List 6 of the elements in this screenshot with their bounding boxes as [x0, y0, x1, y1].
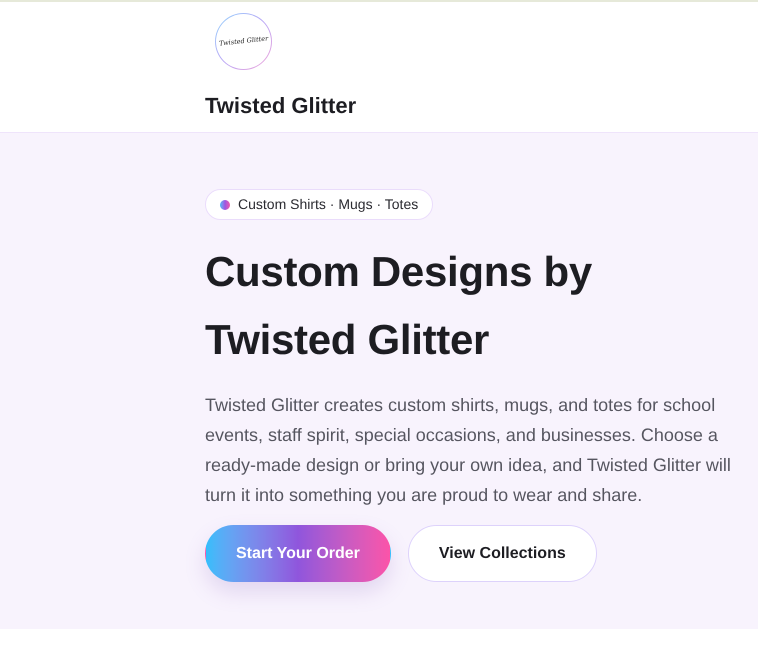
badge-text: Custom Shirts · Mugs · Totes: [238, 195, 418, 214]
brand-name: Twisted Glitter: [205, 92, 356, 120]
view-collections-button[interactable]: View Collections: [408, 525, 597, 582]
start-order-button[interactable]: Start Your Order: [205, 525, 391, 582]
hero-heading: Custom Designs by Twisted Glitter: [205, 247, 593, 365]
hero-description: Twisted Glitter creates custom shirts, mugs, and totes for school events, staff spirit, special occasions, and businesses. Choose a ready-made design or bring your own idea, and Twisted Glitter will turn it into something you are proud to wear and share.: [205, 394, 732, 507]
